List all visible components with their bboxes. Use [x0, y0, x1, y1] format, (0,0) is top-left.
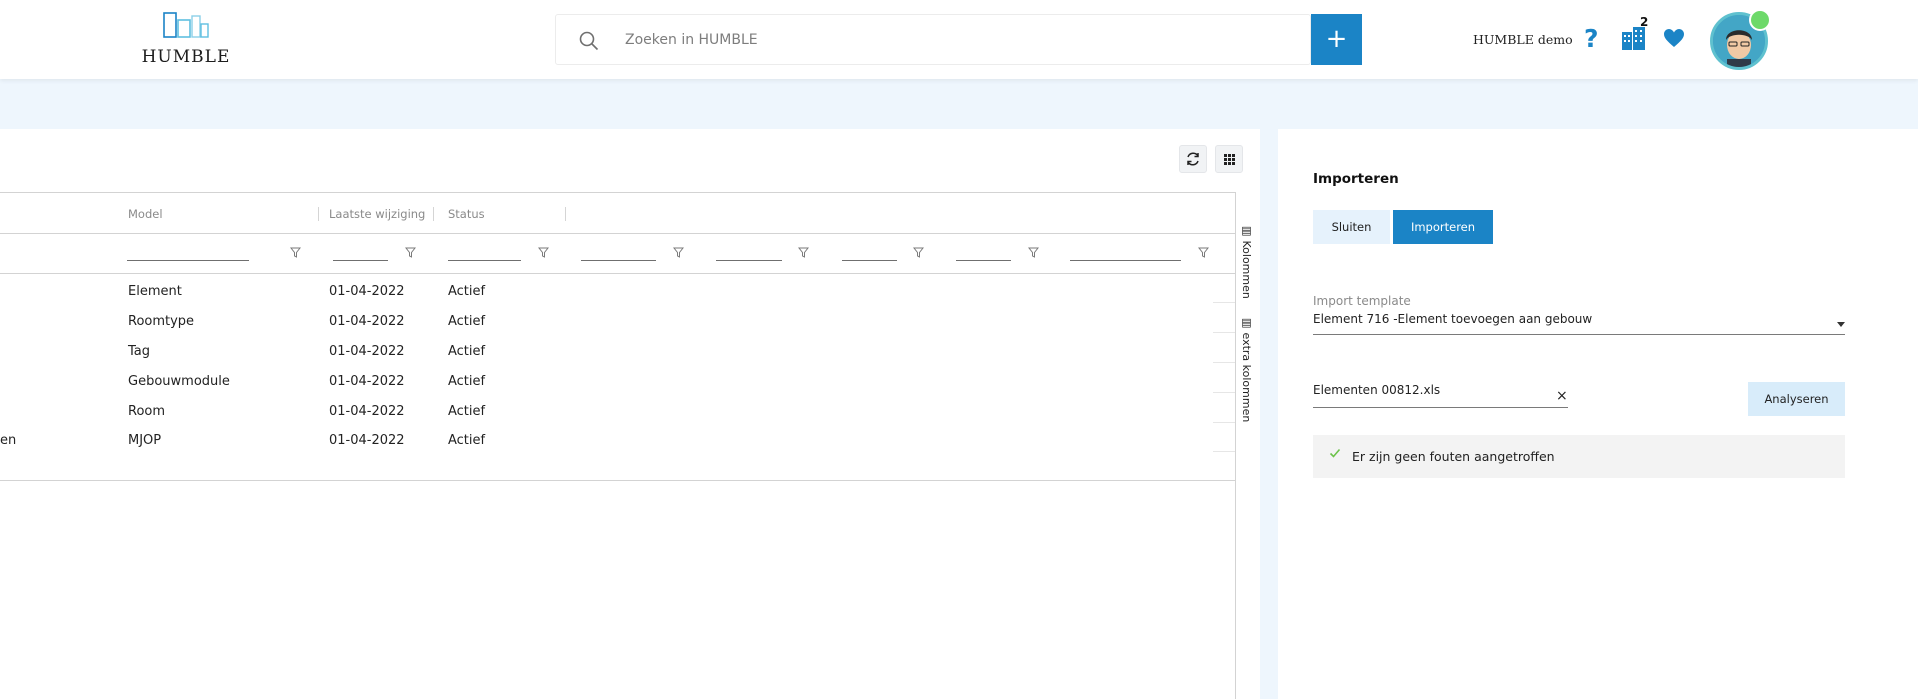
- cell-model: Gebouwmodule: [128, 374, 230, 389]
- cell-model: MJOP: [128, 433, 162, 448]
- columns-icon: ▤: [1240, 224, 1253, 241]
- check-icon: [1329, 448, 1341, 458]
- cell-date: 01-04-2022: [329, 374, 405, 389]
- close-button[interactable]: Sluiten: [1313, 210, 1390, 244]
- cell-date: 01-04-2022: [329, 284, 405, 299]
- row-divider: [1213, 422, 1235, 423]
- tab-columns[interactable]: ▤ Kolommen: [1240, 224, 1253, 299]
- column-header-last-modified[interactable]: Laatste wijziging: [329, 207, 425, 221]
- tab-extra-columns[interactable]: ▤ extra kolommen: [1240, 316, 1253, 422]
- import-button[interactable]: Importeren: [1393, 210, 1493, 244]
- cell-status: Actief: [448, 344, 486, 359]
- filter-input[interactable]: [581, 260, 656, 261]
- column-separator[interactable]: [318, 207, 319, 221]
- filter-input-model[interactable]: [127, 260, 249, 261]
- filter-input-status[interactable]: [448, 260, 521, 261]
- cell-model: Tag: [128, 344, 151, 359]
- filter-icon[interactable]: [1028, 247, 1039, 258]
- row-divider: [1213, 392, 1235, 393]
- humble-logo[interactable]: HUMBLE: [140, 12, 232, 70]
- cell-status: Actief: [448, 404, 486, 419]
- column-header-status[interactable]: Status: [448, 207, 485, 221]
- help-icon[interactable]: ?: [1584, 26, 1604, 52]
- cell-model: Room: [128, 404, 166, 419]
- buildings-logo-icon: [163, 12, 209, 38]
- filter-input[interactable]: [842, 260, 897, 261]
- file-field[interactable]: Elementen 00812.xls: [1313, 383, 1568, 408]
- filter-input[interactable]: [716, 260, 782, 261]
- cell-date: 01-04-2022: [329, 433, 405, 448]
- filter-row-divider: [0, 273, 1235, 274]
- refresh-icon: [1187, 152, 1199, 166]
- filter-icon[interactable]: [798, 247, 809, 258]
- row-divider: [1213, 451, 1235, 452]
- buildings-count-badge: 2: [1640, 15, 1649, 29]
- grid-view-button[interactable]: [1215, 145, 1243, 173]
- grid-icon: [1224, 154, 1235, 165]
- refresh-button[interactable]: [1179, 145, 1207, 173]
- cell-status: Actief: [448, 314, 486, 329]
- validation-message-text: Er zijn geen fouten aangetroffen: [1352, 449, 1555, 464]
- data-grid: [0, 192, 1235, 481]
- filter-input[interactable]: [1070, 260, 1181, 261]
- clear-icon[interactable]: ×: [1556, 388, 1568, 404]
- add-button[interactable]: +: [1311, 14, 1362, 65]
- header-divider: [0, 233, 1235, 234]
- cell-model: Element: [128, 284, 182, 299]
- columns-icon: ▤: [1240, 316, 1253, 333]
- import-title: Importeren: [1313, 171, 1399, 187]
- filter-icon[interactable]: [290, 247, 301, 258]
- filter-input-last-modified[interactable]: [333, 260, 388, 261]
- analyse-button[interactable]: Analyseren: [1748, 382, 1845, 416]
- row-divider: [1213, 362, 1235, 363]
- search-bar: [555, 14, 1311, 65]
- import-template-select[interactable]: Element 716 -Element toevoegen aan gebou…: [1313, 312, 1845, 335]
- row-divider: [1213, 302, 1235, 303]
- cell-status: Actief: [448, 433, 486, 448]
- filter-icon[interactable]: [673, 247, 684, 258]
- search-icon: [579, 31, 599, 51]
- tab-columns-label: Kolommen: [1240, 240, 1253, 299]
- row-divider: [1213, 332, 1235, 333]
- cell-date: 01-04-2022: [329, 344, 405, 359]
- column-header-model[interactable]: Model: [128, 207, 163, 221]
- column-separator[interactable]: [565, 207, 566, 221]
- cell-status: Actief: [448, 374, 486, 389]
- logo-text: HUMBLE: [141, 47, 231, 67]
- filter-icon[interactable]: [913, 247, 924, 258]
- column-separator[interactable]: [433, 207, 434, 221]
- buildings-icon[interactable]: [1621, 26, 1647, 50]
- notification-bell-icon[interactable]: [1749, 9, 1771, 31]
- cell-status: Actief: [448, 284, 486, 299]
- filter-icon[interactable]: [1198, 247, 1209, 258]
- cell-date: 01-04-2022: [329, 314, 405, 329]
- filter-icon[interactable]: [405, 247, 416, 258]
- filter-icon[interactable]: [538, 247, 549, 258]
- heart-icon[interactable]: [1663, 28, 1685, 48]
- search-input[interactable]: [625, 25, 1285, 55]
- import-template-label: Import template: [1313, 294, 1411, 308]
- cell-model: Roomtype: [128, 314, 195, 329]
- tab-extra-columns-label: extra kolommen: [1240, 332, 1253, 423]
- cell-truncated-name: en: [0, 433, 17, 448]
- filter-input[interactable]: [956, 260, 1011, 261]
- cell-date: 01-04-2022: [329, 404, 405, 419]
- chevron-down-icon[interactable]: [1837, 322, 1845, 327]
- user-label[interactable]: HUMBLE demo: [1473, 32, 1573, 47]
